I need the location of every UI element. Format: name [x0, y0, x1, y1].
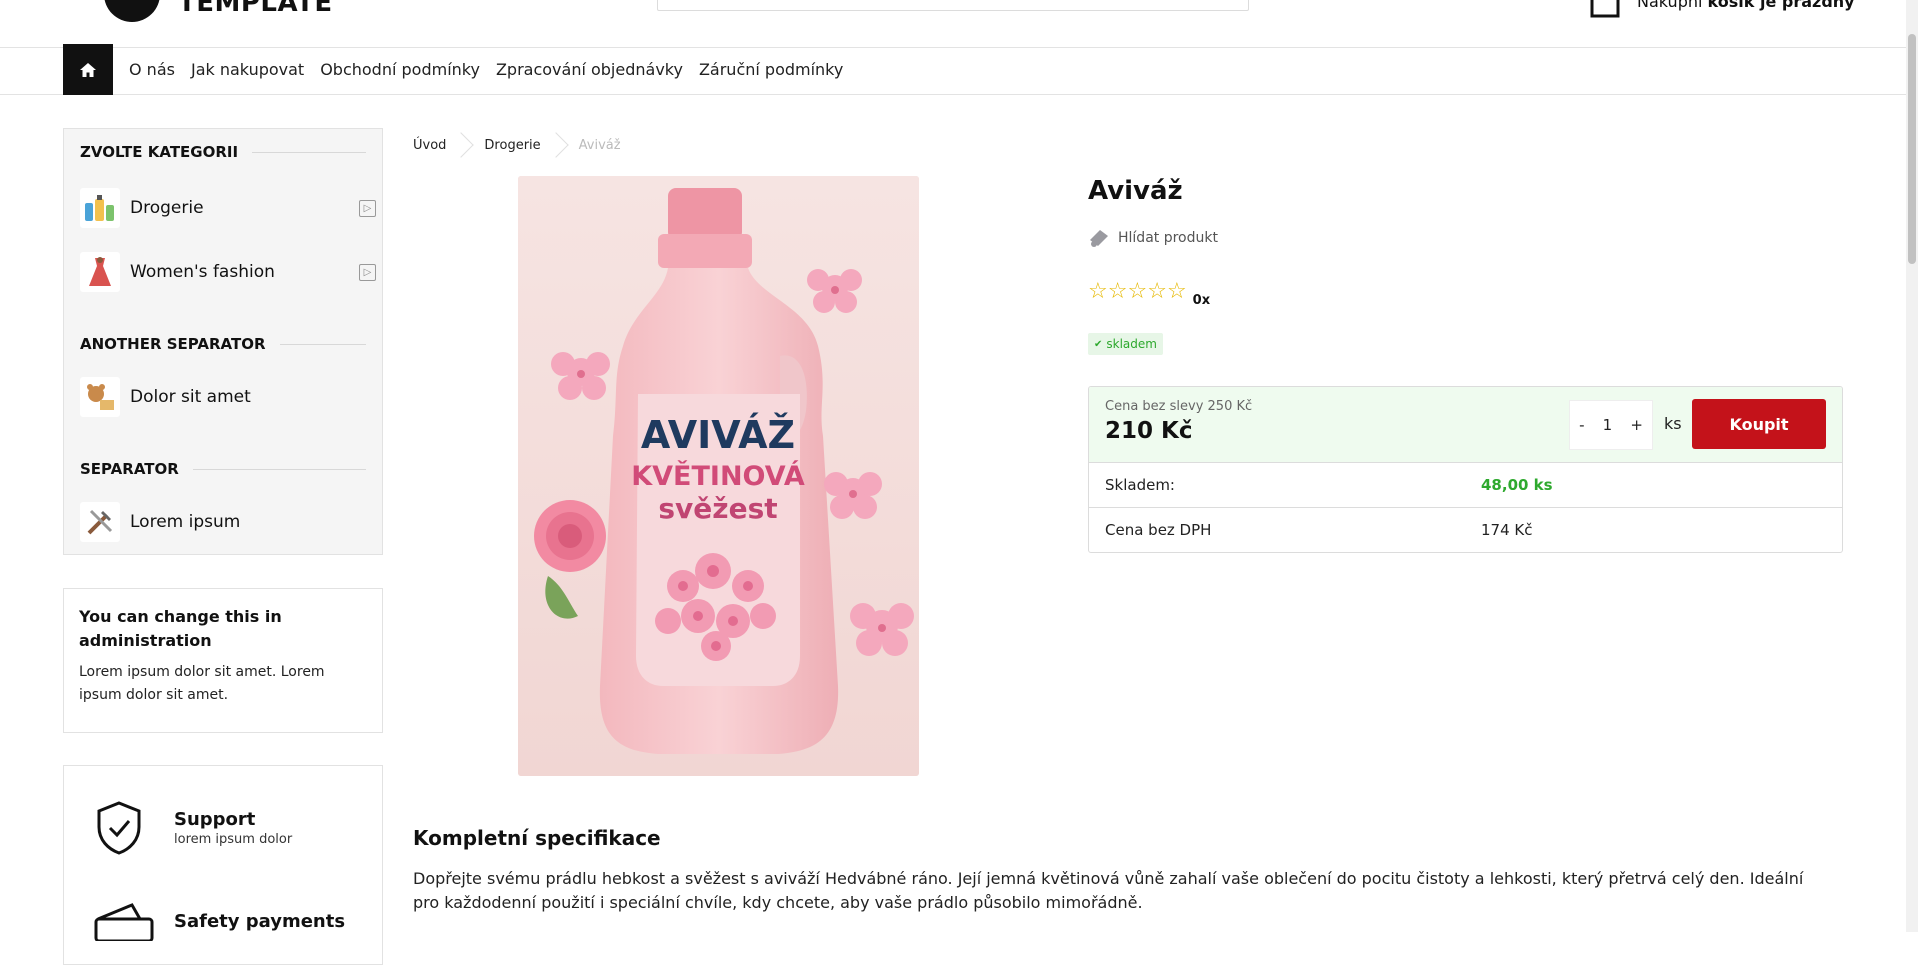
stock-badge-text: skladem — [1106, 337, 1157, 351]
buy-button[interactable]: Koupit — [1692, 399, 1826, 449]
drogerie-icon — [80, 188, 120, 228]
star-empty-icon[interactable]: ☆ — [1127, 281, 1147, 303]
qty-minus-button[interactable]: - — [1579, 416, 1584, 434]
teddy-bear-icon — [80, 377, 120, 417]
support-title: Support — [174, 809, 256, 830]
price-without-discount: Cena bez slevy 250 Kč — [1105, 399, 1253, 414]
home-icon — [80, 62, 96, 77]
nav-links: O nás Jak nakupovat Obchodní podmínky Zp… — [129, 60, 843, 79]
cart-icon[interactable] — [1588, 0, 1622, 20]
vat-row-value: 174 Kč — [1481, 521, 1533, 539]
info-box: You can change this in administration Lo… — [63, 588, 383, 733]
label-line2: KVĚTINOVÁ — [631, 460, 805, 492]
support-box: Support lorem ipsum dolor Safety payment… — [63, 765, 383, 965]
search-input[interactable] — [657, 0, 1249, 11]
rating-stars[interactable]: ☆ ☆ ☆ ☆ ☆ 0x — [1088, 281, 1210, 309]
star-empty-icon[interactable]: ☆ — [1147, 281, 1167, 303]
divider — [192, 468, 366, 470]
shield-check-icon — [97, 801, 141, 855]
sidebar-item-label: Drogerie — [130, 198, 204, 218]
rating-count: 0x — [1192, 293, 1211, 308]
support-item: Support lorem ipsum dolor — [94, 800, 292, 856]
qty-input[interactable]: 1 — [1603, 416, 1613, 434]
breadcrumb-separator — [542, 132, 569, 158]
breadcrumb-current: Aviváž — [578, 137, 621, 153]
separator-text: ANOTHER SEPARATOR — [80, 335, 266, 353]
support-subtitle: lorem ipsum dolor — [174, 832, 293, 847]
sidebar-item-label: Lorem ipsum — [130, 512, 241, 532]
current-price: 210 Kč — [1105, 418, 1193, 444]
price-section: Cena bez slevy 250 Kč 210 Kč - 1 + ks Ko… — [1089, 387, 1842, 463]
logo-mark[interactable] — [104, 0, 160, 22]
breadcrumb-category[interactable]: Drogerie — [484, 138, 540, 153]
sidebar-item-dolor-sit-amet[interactable]: Dolor sit amet — [80, 377, 376, 417]
home-button[interactable] — [63, 44, 113, 95]
safety-payments-item: Safety payments — [94, 901, 345, 941]
category-sidebar: ZVOLTE KATEGORII Drogerie ▷ Women's fash… — [63, 128, 383, 555]
star-empty-icon[interactable]: ☆ — [1088, 281, 1108, 303]
cart-summary[interactable]: Nákupní košík je prázdný — [1637, 0, 1855, 11]
stock-row-label: Skladem: — [1105, 476, 1175, 494]
watch-product-label: Hlídat produkt — [1118, 230, 1218, 246]
qty-unit: ks — [1664, 414, 1682, 433]
breadcrumb-separator — [448, 132, 475, 158]
info-text: Lorem ipsum dolor sit amet. Lorem ipsum … — [79, 664, 325, 703]
stock-row-value: 48,00 ks — [1481, 476, 1553, 494]
price-without-vat-row: Cena bez DPH 174 Kč — [1089, 508, 1842, 552]
qty-plus-button[interactable]: + — [1630, 416, 1643, 434]
safety-payments-title: Safety payments — [174, 910, 346, 932]
another-separator-heading: ANOTHER SEPARATOR — [80, 335, 366, 353]
stock-badge: ✔ skladem — [1088, 333, 1163, 355]
stock-row: Skladem: 48,00 ks — [1089, 463, 1842, 508]
nav-link-warranty[interactable]: Záruční podmínky — [699, 60, 843, 79]
nav-link-about[interactable]: O nás — [129, 60, 175, 79]
tools-icon — [80, 502, 120, 542]
categories-heading: ZVOLTE KATEGORII — [80, 143, 366, 161]
watch-product-link[interactable]: Hlídat produkt — [1088, 228, 1218, 248]
sidebar-item-womens-fashion[interactable]: Women's fashion ▷ — [80, 252, 376, 292]
cart-status: košík je prázdný — [1707, 0, 1855, 11]
star-empty-icon[interactable]: ☆ — [1108, 281, 1128, 303]
product-image[interactable]: AVIVÁŽ KVĚTINOVÁ svěžest — [518, 176, 919, 776]
breadcrumb-home[interactable]: Úvod — [413, 138, 446, 153]
info-title: You can change this in administration — [79, 607, 282, 650]
spec-title: Kompletní specifikace — [413, 826, 661, 850]
logo-text[interactable]: TEMPLATE — [178, 0, 333, 18]
dress-icon — [80, 252, 120, 292]
separator-heading: SEPARATOR — [80, 460, 366, 478]
nav-link-how-to-buy[interactable]: Jak nakupovat — [191, 60, 304, 79]
quantity-stepper[interactable]: - 1 + — [1569, 400, 1653, 450]
breadcrumb: Úvod Drogerie Aviváž — [413, 132, 621, 158]
wallet-icon — [94, 903, 154, 941]
star-empty-icon[interactable]: ☆ — [1167, 281, 1187, 303]
bell-icon — [1090, 230, 1108, 247]
categories-heading-text: ZVOLTE KATEGORII — [80, 143, 239, 161]
price-box: Cena bez slevy 250 Kč 210 Kč - 1 + ks Ko… — [1088, 386, 1843, 553]
nav-link-terms[interactable]: Obchodní podmínky — [320, 60, 480, 79]
label-line1: AVIVÁŽ — [641, 413, 795, 457]
sidebar-item-drogerie[interactable]: Drogerie ▷ — [80, 188, 376, 228]
separator-text: SEPARATOR — [80, 460, 179, 478]
chevron-right-icon[interactable]: ▷ — [359, 200, 376, 217]
cart-label: Nákupní — [1637, 0, 1703, 11]
check-icon: ✔ — [1094, 338, 1103, 350]
sidebar-item-label: Women's fashion — [130, 262, 275, 282]
bottle-illustration: AVIVÁŽ KVĚTINOVÁ svěžest — [518, 176, 919, 776]
sidebar-item-lorem-ipsum[interactable]: Lorem ipsum — [80, 502, 376, 542]
divider — [279, 343, 366, 345]
chevron-right-icon[interactable]: ▷ — [359, 264, 376, 281]
top-header: TEMPLATE Nákupní košík je prázdný — [0, 0, 1918, 48]
label-line3: svěžest — [658, 492, 777, 525]
divider — [252, 151, 366, 153]
sidebar-item-label: Dolor sit amet — [130, 387, 251, 407]
product-title: Aviváž — [1088, 176, 1183, 206]
scrollbar-thumb[interactable] — [1908, 34, 1916, 264]
spec-text: Dopřejte svému prádlu hebkost a svěžest … — [413, 869, 1804, 912]
nav-link-order-processing[interactable]: Zpracování objednávky — [496, 60, 683, 79]
scrollbar[interactable] — [1906, 0, 1918, 932]
vat-row-label: Cena bez DPH — [1105, 521, 1212, 539]
